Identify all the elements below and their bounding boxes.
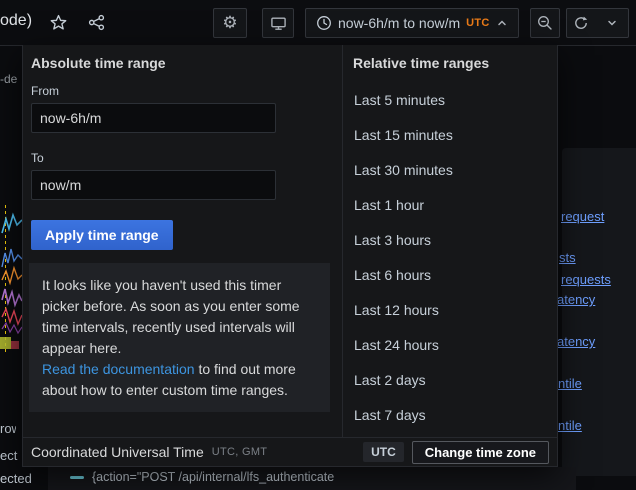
background-text-fragment: ect bbox=[0, 448, 17, 463]
refresh-icon bbox=[573, 15, 589, 31]
metric-link[interactable]: sts bbox=[559, 250, 576, 265]
dashboard-settings-button[interactable]: ⚙ bbox=[213, 8, 247, 38]
background-chart-fragment bbox=[0, 205, 22, 353]
legend-row: {action="POST /api/internal/lfs_authenti… bbox=[70, 470, 334, 484]
relative-option-last-5-minutes[interactable]: Last 5 minutes bbox=[343, 83, 559, 118]
relative-option-last-7-days[interactable]: Last 7 days bbox=[343, 398, 559, 433]
metric-link[interactable]: atency bbox=[557, 334, 595, 349]
star-icon[interactable] bbox=[46, 10, 70, 34]
time-range-picker-button[interactable]: now-6h/m to now/m UTC bbox=[305, 8, 519, 38]
read-documentation-link[interactable]: Read the documentation bbox=[42, 361, 195, 377]
timezone-detail: UTC, GMT bbox=[212, 446, 268, 458]
relative-option-last-1-hour[interactable]: Last 1 hour bbox=[343, 188, 559, 223]
background-text-fragment: ected bbox=[0, 471, 32, 486]
chevron-up-icon bbox=[496, 17, 508, 29]
timezone-footer: Coordinated Universal Time UTC, GMT UTC … bbox=[23, 437, 557, 466]
change-time-zone-button[interactable]: Change time zone bbox=[412, 441, 549, 464]
time-range-label: now-6h/m to now/m bbox=[338, 15, 460, 31]
info-text: It looks like you haven't used this time… bbox=[42, 277, 300, 356]
recently-used-info-box: It looks like you haven't used this time… bbox=[29, 263, 330, 412]
zoom-out-button[interactable] bbox=[530, 8, 560, 38]
metric-link[interactable]: ntile bbox=[558, 418, 582, 433]
relative-option-last-30-minutes[interactable]: Last 30 minutes bbox=[343, 153, 559, 188]
clock-icon bbox=[316, 15, 332, 31]
from-label: From bbox=[31, 84, 59, 98]
relative-option-last-2-days[interactable]: Last 2 days bbox=[343, 363, 559, 398]
absolute-time-range-section: Absolute time range From To Apply time r… bbox=[23, 45, 342, 437]
gear-icon: ⚙ bbox=[222, 13, 237, 33]
timezone-name: Coordinated Universal Time bbox=[31, 444, 204, 460]
share-icon[interactable] bbox=[84, 10, 108, 34]
metric-link[interactable]: request bbox=[561, 209, 604, 224]
refresh-interval-dropdown[interactable] bbox=[595, 8, 629, 38]
refresh-button[interactable] bbox=[566, 8, 596, 38]
zoom-out-icon bbox=[537, 15, 553, 31]
relative-option-last-15-minutes[interactable]: Last 15 minutes bbox=[343, 118, 559, 153]
chevron-down-icon bbox=[606, 17, 618, 29]
legend-series-label: {action="POST /api/internal/lfs_authenti… bbox=[92, 470, 334, 484]
from-input[interactable] bbox=[31, 103, 276, 133]
relative-time-ranges-section: Relative time ranges Last 5 minutes Last… bbox=[342, 45, 559, 437]
to-input[interactable] bbox=[31, 170, 276, 200]
background-text-fragment: -de bbox=[0, 72, 17, 86]
timezone-badge: UTC bbox=[363, 442, 404, 462]
time-zone-tag: UTC bbox=[466, 17, 490, 29]
relative-option-last-12-hours[interactable]: Last 12 hours bbox=[343, 293, 559, 328]
metric-link[interactable]: requests bbox=[561, 272, 611, 287]
relative-option-last-6-hours[interactable]: Last 6 hours bbox=[343, 258, 559, 293]
dashboard-title-fragment: ode) bbox=[0, 12, 32, 30]
background-text-fragment: row bbox=[0, 421, 16, 436]
tv-icon bbox=[270, 15, 287, 32]
apply-time-range-button[interactable]: Apply time range bbox=[31, 220, 173, 250]
relative-option-last-3-hours[interactable]: Last 3 hours bbox=[343, 223, 559, 258]
cycle-view-button[interactable] bbox=[262, 8, 294, 38]
legend-series-color bbox=[70, 476, 84, 479]
time-range-picker-panel: Absolute time range From To Apply time r… bbox=[22, 45, 558, 467]
absolute-section-heading: Absolute time range bbox=[31, 55, 166, 71]
screen: -de row ect request sts requests atency … bbox=[0, 0, 636, 490]
relative-option-last-24-hours[interactable]: Last 24 hours bbox=[343, 328, 559, 363]
metric-link[interactable]: atency bbox=[557, 292, 595, 307]
relative-section-heading: Relative time ranges bbox=[353, 55, 489, 71]
to-label: To bbox=[31, 151, 44, 165]
metric-link[interactable]: ntile bbox=[558, 376, 582, 391]
